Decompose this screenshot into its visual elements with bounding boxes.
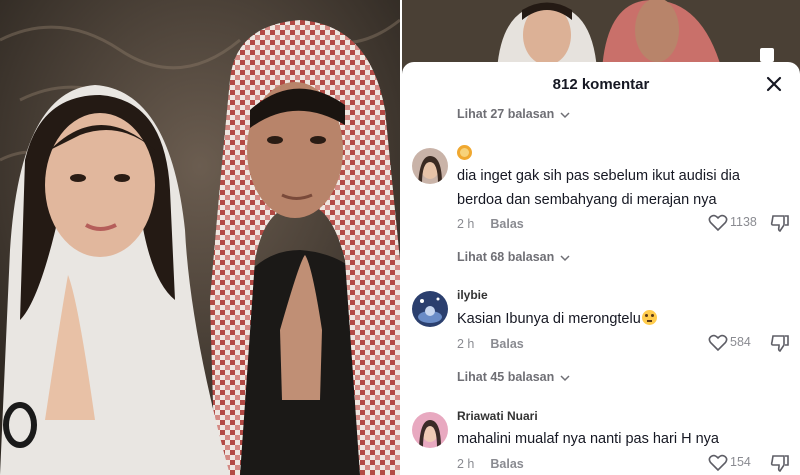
reply-button[interactable]: Balas (490, 457, 523, 471)
reply-button[interactable]: Balas (490, 337, 523, 351)
comment-time: 2 h (457, 217, 475, 231)
avatar[interactable] (412, 412, 448, 448)
thumbs-down-icon (770, 335, 789, 353)
chevron-down-icon (560, 112, 570, 118)
comment-username[interactable]: ilybie (457, 288, 488, 302)
video-preview-image (402, 0, 800, 70)
thumbs-down-icon (770, 215, 789, 233)
flushed-face-emoji (641, 310, 657, 325)
comment-username[interactable]: Rriawati Nuari (457, 409, 538, 423)
like-button[interactable]: 584 (708, 334, 766, 352)
view-replies-button[interactable]: Lihat 68 balasan (457, 250, 570, 264)
thumbs-down-icon (770, 455, 789, 473)
close-icon[interactable] (762, 72, 786, 96)
comment-meta: 2 h Balas (457, 337, 524, 351)
comment-time: 2 h (457, 457, 475, 471)
lion-emoji (457, 145, 472, 160)
comments-sheet: 812 komentar Lihat 27 balasan dia inget … (402, 62, 800, 475)
video-preview-strip (402, 0, 800, 70)
chevron-down-icon (560, 255, 570, 261)
comment-text: Kasian Ibunya di merongtelu (457, 307, 757, 331)
view-replies-button[interactable]: Lihat 45 balasan (457, 370, 570, 384)
comment-text: dia inget gak sih pas sebelum ikut audis… (457, 168, 740, 208)
heart-icon (708, 454, 728, 472)
like-button[interactable]: 1138 (708, 214, 766, 232)
reply-button[interactable]: Balas (490, 217, 523, 231)
comment-count-title: 812 komentar (552, 76, 650, 93)
bookmark-icon[interactable] (760, 48, 774, 62)
view-replies-label: Lihat 45 balasan (457, 370, 555, 384)
chevron-down-icon (560, 375, 570, 381)
video-comments-pane: 812 komentar Lihat 27 balasan dia inget … (402, 0, 800, 475)
view-replies-label: Lihat 68 balasan (457, 250, 555, 264)
avatar[interactable] (412, 148, 448, 184)
like-count: 154 (730, 455, 751, 469)
like-count: 1138 (730, 215, 757, 229)
dislike-button[interactable] (770, 214, 790, 233)
like-count: 584 (730, 335, 751, 349)
dislike-button[interactable] (770, 334, 790, 353)
dislike-button[interactable] (770, 454, 790, 473)
view-replies-button[interactable]: Lihat 27 balasan (457, 107, 570, 121)
avatar[interactable] (412, 291, 448, 327)
like-button[interactable]: 154 (708, 454, 766, 472)
comment-meta: 2 h Balas (457, 457, 524, 471)
couple-photo (0, 0, 400, 475)
view-replies-label: Lihat 27 balasan (457, 107, 555, 121)
heart-icon (708, 214, 728, 232)
comment-username[interactable] (457, 145, 472, 161)
heart-icon (708, 334, 728, 352)
video-frame-photo (0, 0, 400, 475)
comment-meta: 2 h Balas (457, 217, 524, 231)
comment-text: mahalini mualaf nya nanti pas hari H nya (457, 431, 719, 447)
comment-time: 2 h (457, 337, 475, 351)
